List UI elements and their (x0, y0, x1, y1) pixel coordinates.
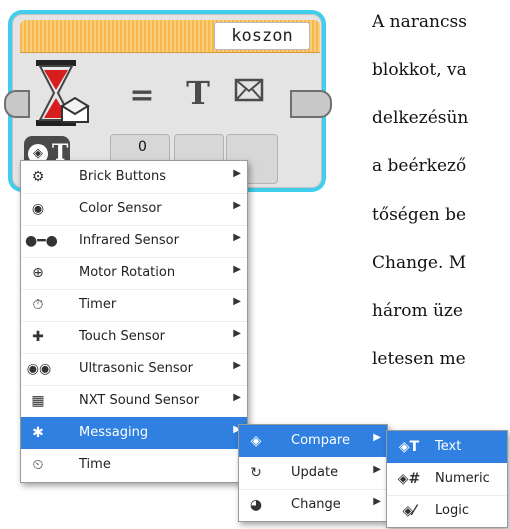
compare-submenu: ◈T Text ◈# Numeric ◈⁄ Logic (386, 430, 508, 528)
paragraph-line: Change. M (372, 253, 467, 273)
sequence-input-plug[interactable] (4, 90, 30, 118)
menu-item-numeric[interactable]: ◈# Numeric (387, 463, 507, 495)
infrared-sensor-icon: ●━● (25, 233, 58, 249)
submenu-arrow-icon: ▶ (373, 464, 381, 475)
menu-item-change[interactable]: ◕ Change ▶ (239, 489, 387, 521)
menu-item-text[interactable]: ◈T Text (387, 431, 507, 463)
compare-value[interactable]: 0 (138, 139, 147, 155)
menu-item-label: Time (79, 457, 111, 472)
menu-item-infrared-sensor[interactable]: ●━● Infrared Sensor ▶ (21, 225, 247, 257)
text-compare-icon: ◈T (398, 439, 420, 455)
stopwatch-icon: ⏲ (32, 457, 44, 473)
menu-item-label: Touch Sensor (79, 329, 166, 344)
submenu-arrow-icon: ▶ (233, 360, 241, 371)
logic-compare-icon: ◈⁄ (402, 503, 416, 519)
update-icon: ↻ (250, 465, 262, 481)
touch-sensor-icon: ✚ (32, 329, 44, 345)
paragraph-line: a beérkező (372, 156, 467, 176)
menu-item-label: Change (291, 497, 341, 512)
sound-sensor-icon: ▦ (31, 393, 45, 409)
color-sensor-icon: ◉ (31, 201, 45, 217)
menu-item-label: Numeric (435, 471, 490, 486)
paragraph-line: tőségen be (372, 205, 467, 225)
submenu-arrow-icon: ▶ (233, 296, 241, 307)
change-icon: ◕ (249, 497, 263, 513)
timer-icon: ⏱ (32, 297, 44, 313)
menu-item-label: NXT Sound Sensor (79, 393, 200, 408)
menu-item-label: Brick Buttons (79, 169, 167, 184)
menu-item-compare[interactable]: ◈ Compare ▶ (239, 425, 387, 457)
menu-item-label: Messaging (79, 425, 149, 440)
menu-item-nxt-sound-sensor[interactable]: ▦ NXT Sound Sensor ▶ (21, 385, 247, 417)
menu-item-label: Update (291, 465, 339, 480)
numeric-compare-icon: ◈# (397, 471, 421, 487)
menu-item-logic[interactable]: ◈⁄ Logic (387, 495, 507, 527)
message-title-field[interactable]: koszon (214, 22, 310, 50)
equals-symbol: = (129, 78, 155, 113)
menu-item-time[interactable]: ⏲ Time (21, 449, 247, 481)
compare-icon: ◈ (250, 433, 262, 449)
menu-item-label: Motor Rotation (79, 265, 176, 280)
menu-item-label: Infrared Sensor (79, 233, 179, 248)
submenu-arrow-icon: ▶ (233, 168, 241, 179)
paragraph-line: blokkot, va (372, 60, 467, 80)
menu-item-timer[interactable]: ⏱ Timer ▶ (21, 289, 247, 321)
menu-item-label: Ultrasonic Sensor (79, 361, 193, 376)
sequence-output-plug[interactable] (290, 90, 332, 118)
menu-item-motor-rotation[interactable]: ⊕ Motor Rotation ▶ (21, 257, 247, 289)
menu-item-touch-sensor[interactable]: ✚ Touch Sensor ▶ (21, 321, 247, 353)
submenu-arrow-icon: ▶ (373, 496, 381, 507)
paragraph-line: A narancss (372, 12, 467, 32)
background-paragraph: A narancss blokkot, va delkezésün a beér… (372, 0, 510, 410)
menu-item-label: Color Sensor (79, 201, 162, 216)
submenu-arrow-icon: ▶ (233, 264, 241, 275)
menu-item-brick-buttons[interactable]: ⚙ Brick Buttons ▶ (21, 161, 247, 193)
messaging-submenu: ◈ Compare ▶ ↻ Update ▶ ◕ Change ▶ (238, 424, 388, 522)
menu-item-label: Compare (291, 433, 350, 448)
submenu-arrow-icon: ▶ (373, 432, 381, 443)
mode-menu: ⚙ Brick Buttons ▶ ◉ Color Sensor ▶ ●━● I… (20, 160, 248, 483)
submenu-arrow-icon: ▶ (233, 200, 241, 211)
brick-buttons-icon: ⚙ (31, 169, 45, 185)
ultrasonic-sensor-icon: ◉◉ (26, 361, 52, 377)
paragraph-line: letesen me (372, 349, 466, 369)
menu-item-ultrasonic-sensor[interactable]: ◉◉ Ultrasonic Sensor ▶ (21, 353, 247, 385)
bluetooth-icon: ✱ (32, 425, 44, 441)
submenu-arrow-icon: ▶ (233, 232, 241, 243)
message-icon (234, 78, 264, 102)
menu-item-label: Timer (79, 297, 117, 312)
envelope-icon (60, 96, 90, 123)
motor-rotation-icon: ⊕ (32, 265, 44, 281)
paragraph-line: delkezésün (372, 108, 469, 128)
paragraph-line: három üze (372, 301, 463, 321)
menu-item-color-sensor[interactable]: ◉ Color Sensor ▶ (21, 193, 247, 225)
menu-item-label: Logic (435, 503, 469, 518)
menu-item-label: Text (435, 439, 462, 454)
menu-item-update[interactable]: ↻ Update ▶ (239, 457, 387, 489)
submenu-arrow-icon: ▶ (233, 392, 241, 403)
menu-item-messaging[interactable]: ✱ Messaging ▶ (21, 417, 247, 449)
submenu-arrow-icon: ▶ (233, 328, 241, 339)
text-icon: T (186, 74, 210, 112)
